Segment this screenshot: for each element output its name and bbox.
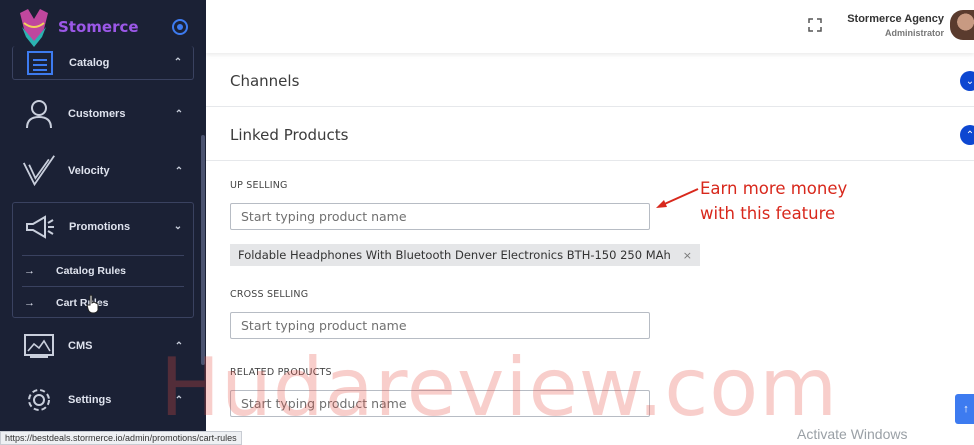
- sidebar-item-cms[interactable]: CMS ⌃: [12, 328, 194, 364]
- selected-product-name: Foldable Headphones With Bluetooth Denve…: [238, 248, 671, 262]
- activate-windows-overlay: Activate Windows: [797, 426, 908, 442]
- sidebar-item-label: Velocity: [68, 165, 110, 177]
- related-products-label: RELATED PRODUCTS: [230, 367, 332, 378]
- sidebar-subitem-cart-rules[interactable]: → Cart Rules: [24, 296, 184, 310]
- sidebar-item-label: Settings: [68, 394, 112, 406]
- annotation-arrow-icon: [656, 188, 699, 208]
- sidebar-item-customers[interactable]: Customers ⌃: [12, 96, 194, 132]
- sidebar-subitem-label: Catalog Rules: [56, 265, 127, 277]
- stomerce-logo-icon: [20, 9, 48, 47]
- user-role: Administrator: [884, 28, 944, 38]
- brand-logo[interactable]: Stomerce: [14, 4, 139, 50]
- gear-icon: [22, 383, 56, 417]
- section-title: Channels: [230, 71, 300, 90]
- chevron-up-icon: ⌃: [174, 165, 184, 177]
- top-bar: Stormerce Agency Administrator: [206, 0, 974, 53]
- accordion-channels[interactable]: Channels ⌄: [206, 55, 974, 107]
- sidebar-item-velocity[interactable]: Velocity ⌃: [12, 150, 194, 192]
- divider: [22, 255, 184, 256]
- chevron-up-icon: ⌃: [174, 394, 184, 406]
- arrow-right-icon: →: [24, 297, 35, 309]
- related-products-input[interactable]: [230, 390, 650, 417]
- annotation-line: Earn more money: [700, 179, 848, 198]
- arrow-right-icon: →: [24, 265, 35, 277]
- sidebar-subitem-catalog-rules[interactable]: → Catalog Rules: [24, 264, 184, 278]
- sidebar-item-label: CMS: [68, 340, 93, 352]
- chevron-up-icon: ⌃: [173, 57, 183, 68]
- section-title: Linked Products: [230, 125, 349, 144]
- sidebar-item-label: Catalog: [69, 56, 110, 69]
- divider: [22, 286, 184, 287]
- chevron-down-icon: ⌄: [173, 221, 183, 232]
- accordion-linked-products[interactable]: Linked Products ⌃: [206, 109, 974, 161]
- sidebar-scrollbar[interactable]: [201, 135, 205, 365]
- cross-selling-label: CROSS SELLING: [230, 289, 309, 300]
- scroll-top-button[interactable]: ↑: [955, 394, 974, 424]
- fullscreen-icon[interactable]: [808, 18, 822, 32]
- cross-selling-input[interactable]: [230, 312, 650, 339]
- sidebar-item-label: Customers: [68, 108, 126, 120]
- chevron-down-icon[interactable]: ⌄: [960, 71, 974, 91]
- megaphone-icon: [23, 211, 57, 245]
- chevron-up-icon: ⌃: [174, 108, 184, 120]
- brand-name: Stomerce: [58, 18, 139, 36]
- chevron-up-icon: ⌃: [174, 340, 184, 352]
- up-selling-input[interactable]: [230, 203, 650, 230]
- sidebar-subitem-label: Cart Rules: [56, 297, 109, 309]
- sidebar-item-label: Promotions: [69, 221, 131, 233]
- close-icon[interactable]: ×: [683, 249, 692, 262]
- sidebar: Stomerce Catalog ⌃ Customers ⌃ Velocity …: [0, 0, 206, 445]
- sidebar-item-catalog[interactable]: Catalog ⌃: [12, 46, 194, 80]
- catalog-icon: [23, 46, 57, 80]
- avatar[interactable]: [950, 10, 974, 40]
- user-icon: [22, 97, 56, 131]
- user-name[interactable]: Stormerce Agency: [847, 13, 944, 25]
- hand-cursor-icon: [86, 294, 99, 314]
- status-url: https://bestdeals.stormerce.io/admin/pro…: [0, 431, 242, 445]
- selected-product-chip: Foldable Headphones With Bluetooth Denve…: [230, 244, 700, 266]
- up-selling-label: UP SELLING: [230, 180, 288, 191]
- annotation-text: Earn more money with this feature: [700, 176, 847, 226]
- chevron-up-icon[interactable]: ⌃: [960, 125, 974, 145]
- sidebar-toggle-icon[interactable]: [172, 19, 188, 35]
- sidebar-item-settings[interactable]: Settings ⌃: [12, 382, 194, 418]
- annotation-line: with this feature: [700, 204, 836, 223]
- cms-icon: [22, 329, 56, 363]
- velocity-icon: [22, 154, 56, 188]
- main-content: Channels ⌄ Linked Products ⌃ UP SELLING …: [206, 53, 974, 445]
